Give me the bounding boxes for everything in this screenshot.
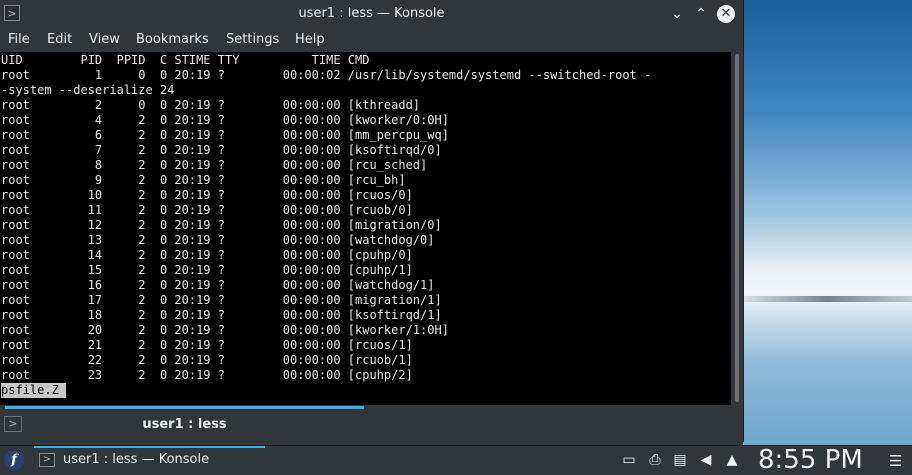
- taskbar-task-konsole[interactable]: > user1 : less — Konsole: [34, 446, 265, 474]
- menu-bookmarks[interactable]: Bookmarks: [136, 32, 209, 47]
- terminal-line: root 6 2 0 20:19 ? 00:00:00 [mm_percpu_w…: [1, 128, 449, 142]
- menu-view[interactable]: View: [89, 32, 120, 47]
- active-tab-indicator: [5, 406, 364, 409]
- terminal-line: root 11 2 0 20:19 ? 00:00:00 [rcuob/0]: [1, 203, 413, 217]
- clipboard-icon[interactable]: ▤: [670, 451, 690, 469]
- terminal-line: root 12 2 0 20:19 ? 00:00:00 [migration/…: [1, 218, 442, 232]
- terminal-scrollbar[interactable]: [731, 52, 743, 405]
- terminal-line: root 16 2 0 20:19 ? 00:00:00 [watchdog/1…: [1, 278, 435, 292]
- menu-help[interactable]: Help: [295, 32, 325, 47]
- scrollbar-thumb[interactable]: [735, 54, 739, 402]
- minimize-button[interactable]: ⌄: [668, 5, 686, 23]
- konsole-window: > user1 : less — Konsole ⌄ ⌃ ✕ File Edit…: [0, 0, 744, 442]
- expand-arrow-icon[interactable]: ▲: [722, 451, 742, 469]
- terminal-line: root 9 2 0 20:19 ? 00:00:00 [rcu_bh]: [1, 173, 406, 187]
- menu-edit[interactable]: Edit: [47, 32, 72, 47]
- clock[interactable]: 8:55 PM: [758, 446, 863, 474]
- terminal-line: root 13 2 0 20:19 ? 00:00:00 [watchdog/0…: [1, 233, 435, 247]
- wallpaper-horizon: [743, 296, 912, 302]
- terminal-line: -system --deserialize 24: [1, 83, 175, 97]
- taskbar-panel: f > user1 : less — Konsole ▭ ⎙ ▤ ◀ ▲ 8:5…: [0, 445, 912, 474]
- terminal-line: root 15 2 0 20:19 ? 00:00:00 [cpuhp/1]: [1, 263, 413, 277]
- titlebar[interactable]: > user1 : less — Konsole ⌄ ⌃ ✕: [0, 0, 743, 29]
- terminal-line: root 4 2 0 20:19 ? 00:00:00 [kworker/0:0…: [1, 113, 449, 127]
- terminal-line: root 18 2 0 20:19 ? 00:00:00 [ksoftirqd/…: [1, 308, 442, 322]
- display-icon[interactable]: ▭: [619, 451, 639, 469]
- terminal-line: root 7 2 0 20:19 ? 00:00:00 [ksoftirqd/0…: [1, 143, 442, 157]
- terminal-view[interactable]: UID PID PPID C STIME TTY TIME CMD root 1…: [0, 52, 731, 405]
- menu-file[interactable]: File: [8, 32, 30, 47]
- terminal-line: root 21 2 0 20:19 ? 00:00:00 [rcuos/1]: [1, 338, 413, 352]
- terminal-line: root 14 2 0 20:19 ? 00:00:00 [cpuhp/0]: [1, 248, 413, 262]
- desktop-wallpaper: [743, 0, 912, 445]
- close-button[interactable]: ✕: [717, 5, 735, 23]
- tab-bar: > user1 : less: [0, 405, 743, 442]
- panel-menu-icon[interactable]: ☰: [889, 452, 902, 470]
- terminal-line: root 23 2 0 20:19 ? 00:00:00 [cpuhp/2]: [1, 368, 413, 382]
- maximize-button[interactable]: ⌃: [692, 5, 710, 23]
- terminal-line: root 20 2 0 20:19 ? 00:00:00 [kworker/1:…: [1, 323, 449, 337]
- volume-icon[interactable]: ◀: [696, 451, 716, 469]
- task-active-indicator: [34, 446, 265, 448]
- terminal-line: root 8 2 0 20:19 ? 00:00:00 [rcu_sched]: [1, 158, 428, 172]
- menu-settings[interactable]: Settings: [226, 32, 279, 47]
- terminal-line: root 22 2 0 20:19 ? 00:00:00 [rcuob/1]: [1, 353, 413, 367]
- printer-icon[interactable]: ⎙: [645, 451, 665, 469]
- terminal-line: root 2 0 0 20:19 ? 00:00:00 [kthreadd]: [1, 98, 421, 112]
- terminal-line: UID PID PPID C STIME TTY TIME CMD: [1, 53, 370, 67]
- terminal-line: root 1 0 0 20:19 ? 00:00:02 /usr/lib/sys…: [1, 68, 652, 82]
- terminal-line: root 17 2 0 20:19 ? 00:00:00 [migration/…: [1, 293, 442, 307]
- terminal-line: root 10 2 0 20:19 ? 00:00:00 [rcuos/0]: [1, 188, 413, 202]
- terminal-output: UID PID PPID C STIME TTY TIME CMD root 1…: [1, 53, 651, 383]
- terminal-icon: >: [39, 453, 55, 467]
- tab-user1-less[interactable]: user1 : less: [5, 417, 364, 432]
- menubar: File Edit View Bookmarks Settings Help: [0, 29, 743, 52]
- fedora-launcher-icon[interactable]: f: [4, 450, 24, 470]
- task-label: user1 : less — Konsole: [63, 452, 210, 467]
- less-status-prompt: psfile.Z: [1, 383, 67, 398]
- window-title: user1 : less — Konsole: [298, 6, 445, 21]
